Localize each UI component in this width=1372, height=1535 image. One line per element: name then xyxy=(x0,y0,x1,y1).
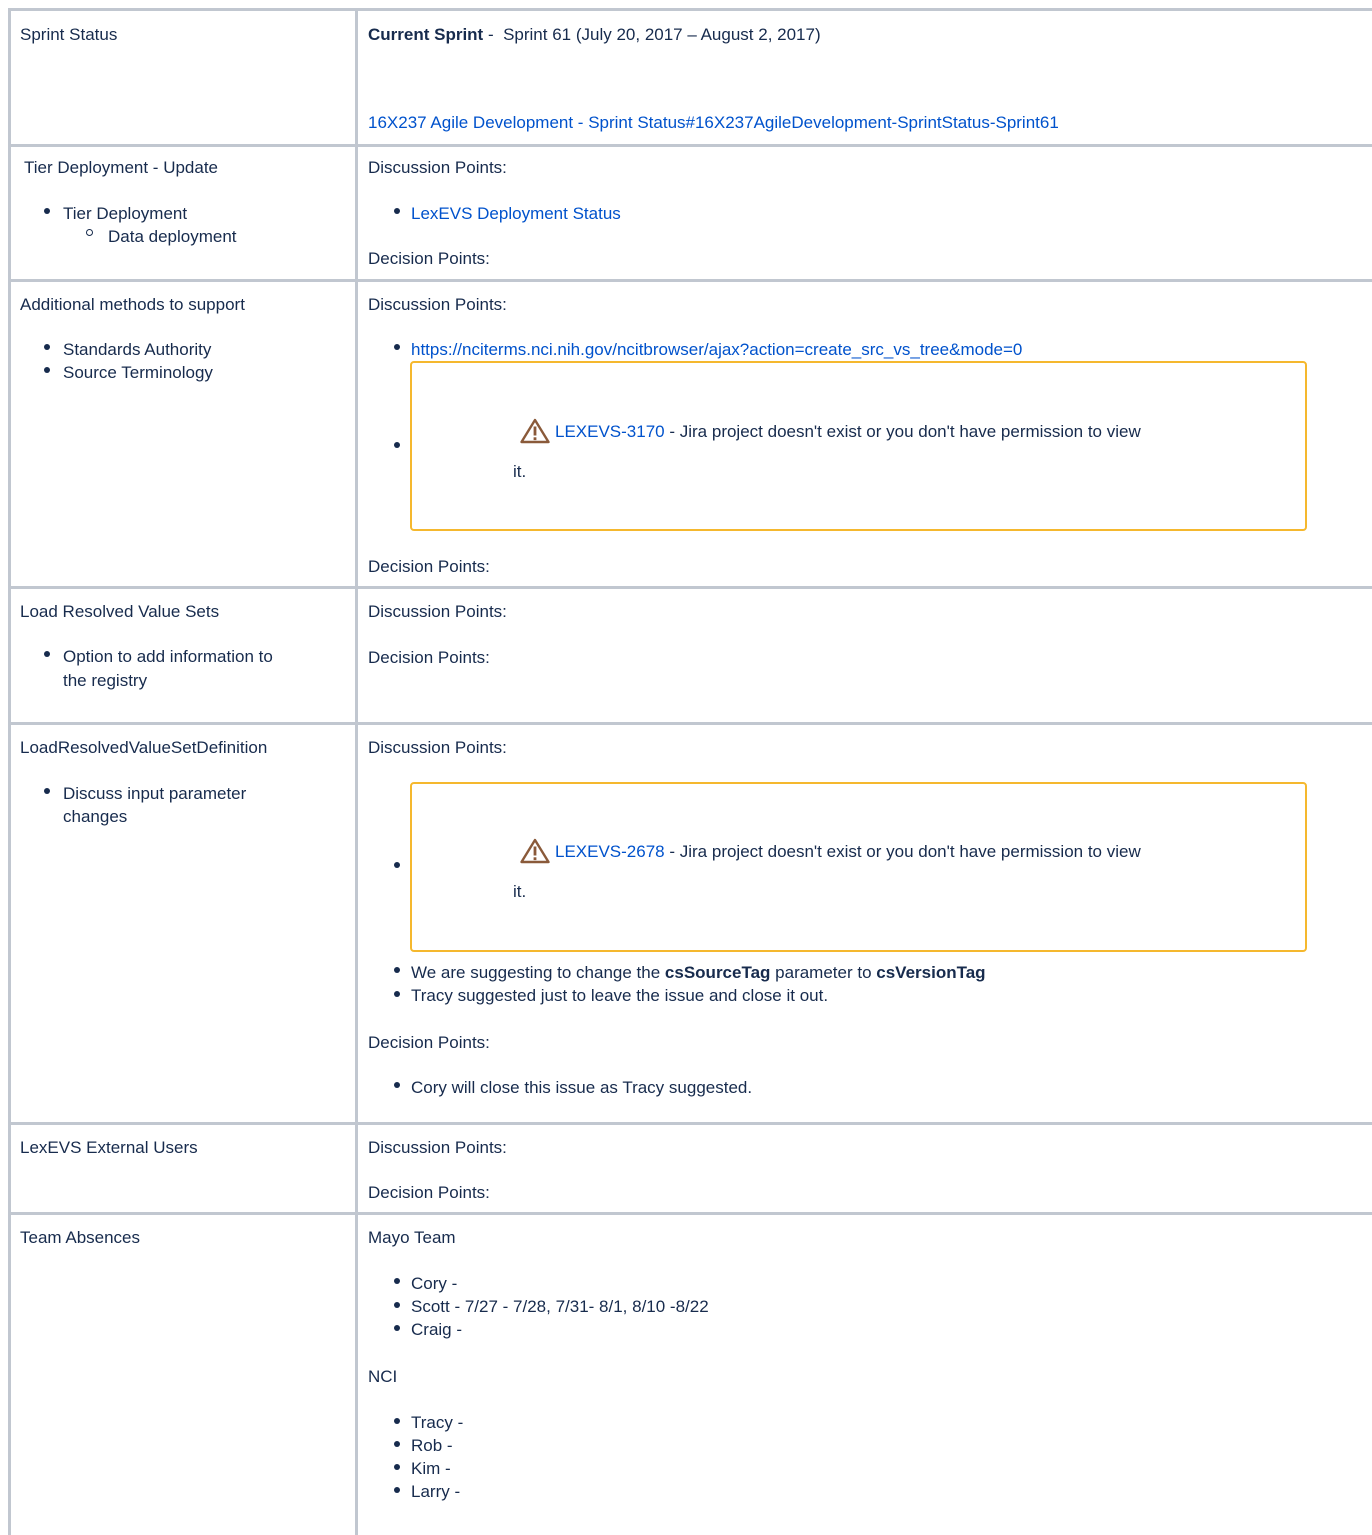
absence-item: Cory - xyxy=(411,1274,458,1293)
list-item: Discuss input parameter xyxy=(63,784,247,803)
row-divider xyxy=(8,144,1372,147)
jira-error-text: - Jira project doesn't exist or you don'… xyxy=(664,842,1141,861)
bullet xyxy=(44,208,50,214)
jira-message-cont: it. xyxy=(513,462,527,481)
bullet xyxy=(44,344,50,350)
param-name: csSourceTag xyxy=(664,963,771,982)
bullet xyxy=(394,1082,400,1088)
jira-issue-box: LEXEVS-3170 - Jira project doesn't exist… xyxy=(410,361,1307,531)
bullet xyxy=(394,1278,400,1284)
absence-item: Tracy - xyxy=(411,1413,464,1432)
decision-points-label: Decision Points: xyxy=(368,557,490,576)
absence-item: Larry - xyxy=(411,1482,461,1501)
list-item: Option to add information to xyxy=(63,647,273,666)
current-sprint-line: Current Sprint - Sprint 61 (July 20, 201… xyxy=(368,25,821,45)
bullet xyxy=(44,788,50,794)
jira-issue-link[interactable]: LEXEVS-3170 xyxy=(555,422,665,441)
list-item: Cory will close this issue as Tracy sugg… xyxy=(411,1078,753,1097)
bullet xyxy=(44,367,50,373)
current-sprint-value: Sprint 61 (July 20, 2017 – August 2, 201… xyxy=(503,25,821,44)
column-divider xyxy=(355,8,358,1535)
absence-item: Craig - xyxy=(411,1320,463,1339)
decision-points-label: Decision Points: xyxy=(368,249,490,268)
row-label-tier-deployment: Tier Deployment - Update xyxy=(24,158,219,177)
current-sprint-separator: - xyxy=(483,25,499,44)
current-sprint-label: Current Sprint xyxy=(368,25,484,44)
row-label-load-resolved-value-sets: Load Resolved Value Sets xyxy=(20,602,220,621)
jira-message: LEXEVS-2678 - Jira project doesn't exist… xyxy=(555,842,1141,862)
row-divider xyxy=(8,1122,1372,1125)
bullet xyxy=(394,1441,400,1447)
row-label-external-users: LexEVS External Users xyxy=(20,1138,198,1157)
discussion-points-label: Discussion Points: xyxy=(368,295,507,314)
nci-label: NCI xyxy=(368,1367,398,1386)
table-border-top xyxy=(8,8,1372,11)
list-item-cont: changes xyxy=(63,807,128,826)
decision-points-label: Decision Points: xyxy=(368,648,490,667)
nciterms-url-link[interactable]: https://nciterms.nci.nih.gov/ncitbrowser… xyxy=(411,340,1022,360)
jira-error-text: - Jira project doesn't exist or you don'… xyxy=(664,422,1141,441)
bullet xyxy=(394,1487,400,1493)
row-divider xyxy=(8,1212,1372,1215)
row-label-sprint-status: Sprint Status xyxy=(20,25,118,44)
mayo-team-label: Mayo Team xyxy=(368,1228,456,1247)
jira-issue-box: LEXEVS-2678 - Jira project doesn't exist… xyxy=(410,782,1307,952)
text-span: We are suggesting to change the xyxy=(411,963,665,982)
row-divider xyxy=(8,279,1372,282)
warning-icon xyxy=(520,838,550,864)
sprint-status-link[interactable]: 16X237 Agile Development - Sprint Status… xyxy=(368,113,1059,133)
jira-message-cont: it. xyxy=(513,882,527,901)
decision-points-label: Decision Points: xyxy=(368,1033,490,1052)
jira-message: LEXEVS-3170 - Jira project doesn't exist… xyxy=(555,422,1141,442)
row-divider xyxy=(8,586,1372,589)
row-label-team-absences: Team Absences xyxy=(20,1228,141,1247)
discussion-points-label: Discussion Points: xyxy=(368,158,507,177)
discussion-points-label: Discussion Points: xyxy=(368,602,507,621)
bullet xyxy=(394,442,400,448)
bullet xyxy=(394,1302,400,1308)
bullet xyxy=(394,862,400,868)
list-item: Source Terminology xyxy=(63,363,213,382)
text-span: parameter to xyxy=(770,963,877,982)
list-item: Tier Deployment xyxy=(63,204,188,223)
absence-item: Kim - xyxy=(411,1459,451,1478)
bullet xyxy=(44,651,50,657)
row-label-additional-methods: Additional methods to support xyxy=(20,295,245,314)
list-item: Tracy suggested just to leave the issue … xyxy=(411,986,829,1005)
row-divider xyxy=(8,722,1372,725)
sub-bullet xyxy=(86,229,93,236)
discussion-points-label: Discussion Points: xyxy=(368,738,507,757)
bullet xyxy=(394,1418,400,1424)
discussion-points-label: Discussion Points: xyxy=(368,1138,507,1157)
row-label-load-resolved-definition: LoadResolvedValueSetDefinition xyxy=(20,738,268,757)
list-item-cont: the registry xyxy=(63,671,148,690)
table-border-left xyxy=(8,8,11,1535)
list-subitem: Data deployment xyxy=(108,227,237,246)
param-name: csVersionTag xyxy=(876,963,986,982)
absence-item: Scott - 7/27 - 7/28, 7/31- 8/1, 8/10 -8/… xyxy=(411,1297,709,1316)
warning-icon xyxy=(520,418,550,444)
list-item: We are suggesting to change the csSource… xyxy=(411,963,986,983)
list-item: Standards Authority xyxy=(63,340,212,359)
bullet xyxy=(394,1464,400,1470)
bullet xyxy=(394,208,400,214)
jira-issue-link[interactable]: LEXEVS-2678 xyxy=(555,842,665,861)
bullet xyxy=(394,967,400,973)
bullet xyxy=(394,991,400,997)
bullet xyxy=(394,1325,400,1331)
decision-points-label: Decision Points: xyxy=(368,1183,490,1202)
lexevs-deployment-status-link[interactable]: LexEVS Deployment Status xyxy=(411,204,621,224)
bullet xyxy=(394,344,400,350)
absence-item: Rob - xyxy=(411,1436,453,1455)
